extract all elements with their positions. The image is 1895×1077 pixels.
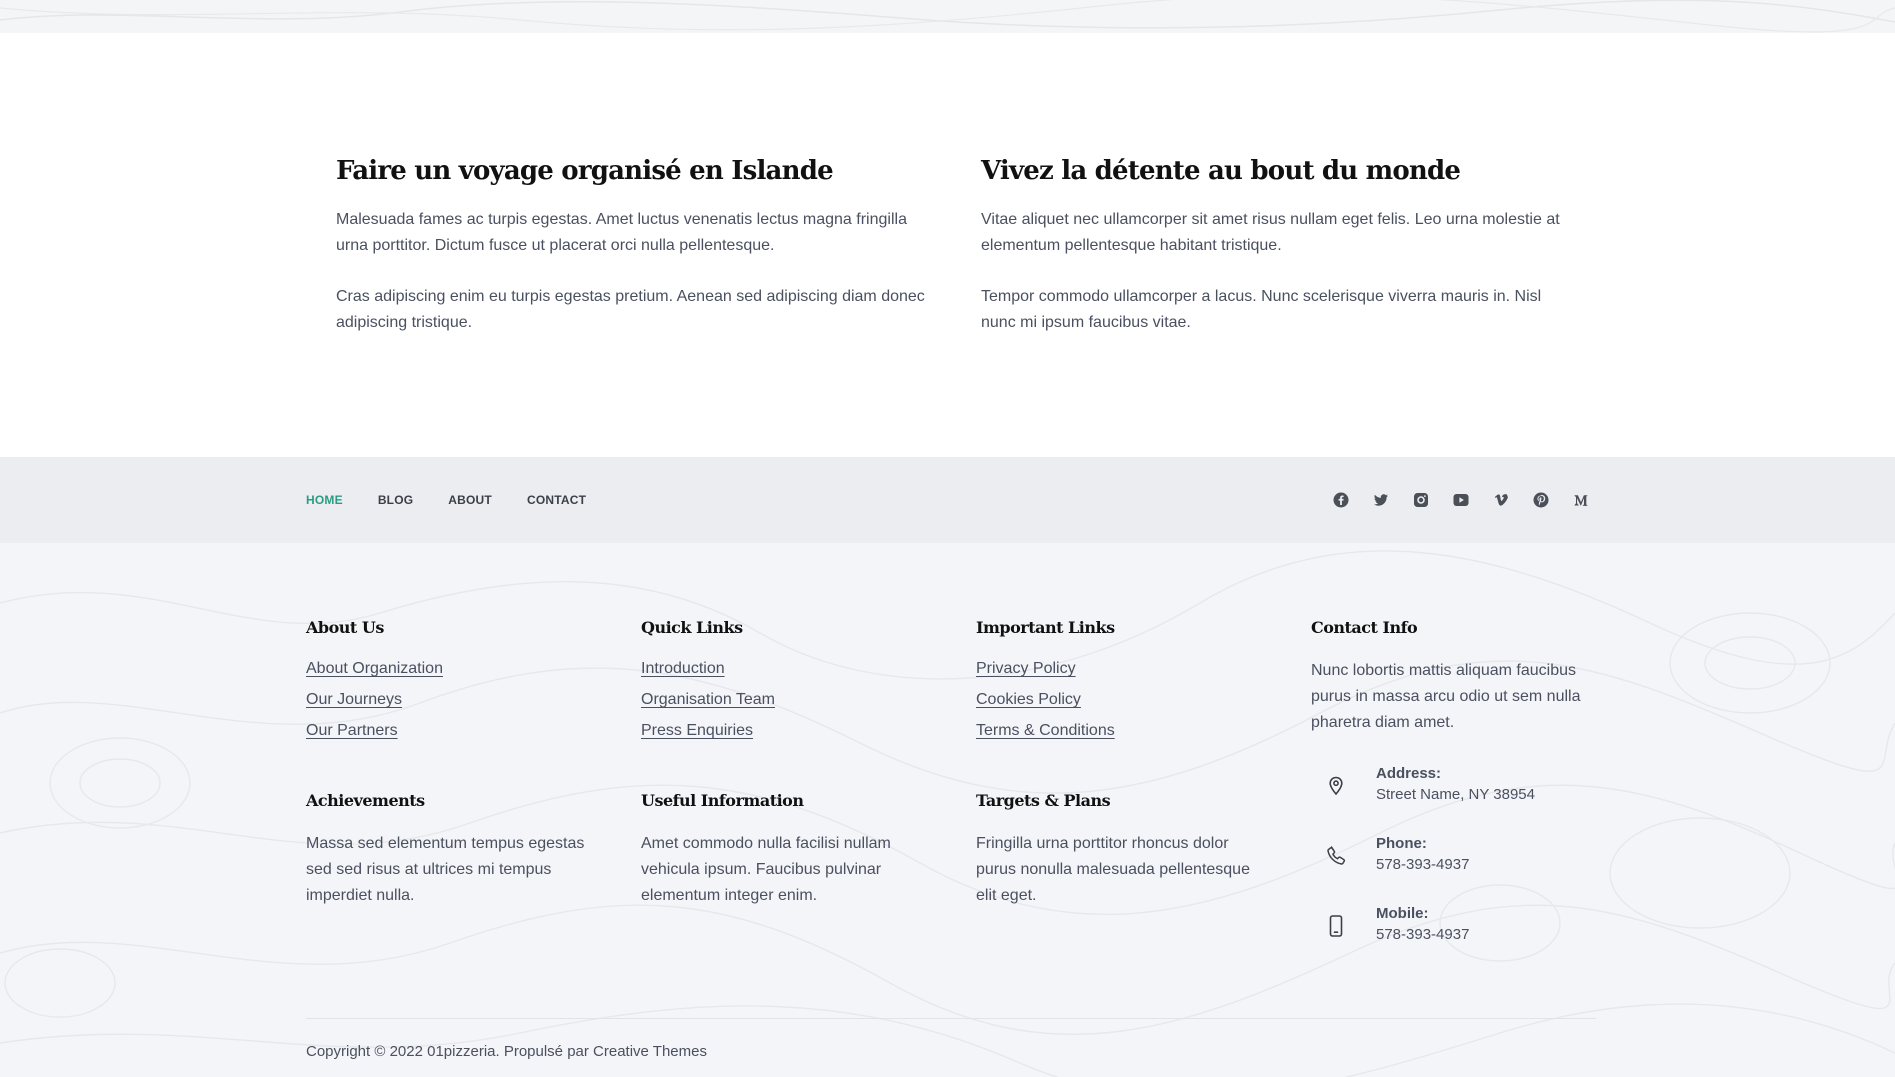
nav-item-home[interactable]: HOME bbox=[306, 493, 343, 507]
medium-icon[interactable] bbox=[1570, 490, 1591, 511]
contact-value: Street Name, NY 38954 bbox=[1376, 786, 1535, 803]
site-footer: About Us About Organization Our Journeys… bbox=[0, 543, 1895, 1077]
column-title: Vivez la détente au bout du monde bbox=[981, 156, 1461, 186]
contact-value: 578-393-4937 bbox=[1376, 926, 1470, 943]
topo-pattern bbox=[0, 0, 1895, 33]
contact-mobile: Mobile: 578-393-4937 bbox=[1311, 904, 1611, 946]
nav-item-about[interactable]: ABOUT bbox=[448, 493, 492, 507]
contact-label: Phone: bbox=[1376, 835, 1427, 852]
contact-address: Address: Street Name, NY 38954 bbox=[1311, 764, 1611, 806]
column-paragraph: Vitae aliquet nec ullamcorper sit amet r… bbox=[981, 211, 1560, 254]
youtube-icon[interactable] bbox=[1450, 490, 1471, 511]
footer-heading: Contact Info bbox=[1311, 618, 1418, 637]
content-column-left: Faire un voyage organisé en Islande Male… bbox=[336, 153, 936, 361]
footer-link-our-journeys[interactable]: Our Journeys bbox=[306, 691, 402, 708]
footer-heading: Useful Information bbox=[641, 791, 804, 810]
footer-text: Nunc lobortis mattis aliquam faucibus pu… bbox=[1311, 662, 1581, 731]
footer-link-privacy-policy[interactable]: Privacy Policy bbox=[976, 660, 1076, 677]
copyright-text: Copyright © 2022 01pizzeria. Propulsé pa… bbox=[306, 1043, 707, 1060]
top-band bbox=[0, 0, 1895, 33]
contact-label: Address: bbox=[1376, 765, 1442, 782]
contact-label: Mobile: bbox=[1376, 905, 1429, 922]
footer-useful-info-column: Useful Information Amet commodo nulla fa… bbox=[641, 791, 941, 909]
footer-nav-menu: HOME BLOG ABOUT CONTACT bbox=[306, 457, 586, 543]
map-pin-icon bbox=[1311, 766, 1361, 806]
footer-text: Amet commodo nulla facilisi nullam vehic… bbox=[641, 835, 891, 904]
facebook-icon[interactable] bbox=[1330, 490, 1351, 511]
vimeo-icon[interactable] bbox=[1490, 490, 1511, 511]
footer-heading: Important Links bbox=[976, 618, 1115, 637]
footer-link-introduction[interactable]: Introduction bbox=[641, 660, 725, 677]
footer-heading: About Us bbox=[306, 618, 384, 637]
contact-value: 578-393-4937 bbox=[1376, 856, 1470, 873]
phone-icon bbox=[1311, 836, 1361, 876]
mobile-phone-icon bbox=[1311, 906, 1361, 946]
pinterest-icon[interactable] bbox=[1530, 490, 1551, 511]
instagram-icon[interactable] bbox=[1410, 490, 1431, 511]
column-paragraph: Tempor commodo ullamcorper a lacus. Nunc… bbox=[981, 288, 1542, 331]
column-paragraph: Cras adipiscing enim eu turpis egestas p… bbox=[336, 288, 925, 331]
footer-link-cookies-policy[interactable]: Cookies Policy bbox=[976, 691, 1081, 708]
contact-phone: Phone: 578-393-4937 bbox=[1311, 834, 1611, 876]
footer-link-our-partners[interactable]: Our Partners bbox=[306, 722, 398, 739]
footer-divider bbox=[306, 1018, 1596, 1019]
footer-about-column: About Us About Organization Our Journeys… bbox=[306, 618, 606, 751]
nav-item-blog[interactable]: BLOG bbox=[378, 493, 413, 507]
footer-text: Fringilla urna porttitor rhoncus dolor p… bbox=[976, 835, 1250, 904]
footer-link-terms-conditions[interactable]: Terms & Conditions bbox=[976, 722, 1115, 739]
column-title: Faire un voyage organisé en Islande bbox=[336, 156, 834, 186]
footer-quick-links-column: Quick Links Introduction Organisation Te… bbox=[641, 618, 941, 751]
footer-contact-column: Contact Info Nunc lobortis mattis aliqua… bbox=[1311, 618, 1611, 974]
social-links bbox=[1330, 457, 1591, 543]
nav-item-contact[interactable]: CONTACT bbox=[527, 493, 586, 507]
twitter-icon[interactable] bbox=[1370, 490, 1391, 511]
footer-heading: Targets & Plans bbox=[976, 791, 1111, 810]
footer-heading: Achievements bbox=[306, 791, 425, 810]
footer-link-press-enquiries[interactable]: Press Enquiries bbox=[641, 722, 753, 739]
footer-link-about-organization[interactable]: About Organization bbox=[306, 660, 443, 677]
footer-text: Massa sed elementum tempus egestas sed s… bbox=[306, 835, 585, 904]
footer-targets-column: Targets & Plans Fringilla urna porttitor… bbox=[976, 791, 1276, 909]
footer-important-links-column: Important Links Privacy Policy Cookies P… bbox=[976, 618, 1276, 751]
footer-navbar: HOME BLOG ABOUT CONTACT bbox=[0, 457, 1895, 543]
content-column-right: Vivez la détente au bout du monde Vitae … bbox=[981, 153, 1581, 361]
column-paragraph: Malesuada fames ac turpis egestas. Amet … bbox=[336, 211, 907, 254]
footer-link-organisation-team[interactable]: Organisation Team bbox=[641, 691, 775, 708]
content-section: Faire un voyage organisé en Islande Male… bbox=[0, 33, 1895, 457]
footer-achievements-column: Achievements Massa sed elementum tempus … bbox=[306, 791, 606, 909]
footer-heading: Quick Links bbox=[641, 618, 743, 637]
